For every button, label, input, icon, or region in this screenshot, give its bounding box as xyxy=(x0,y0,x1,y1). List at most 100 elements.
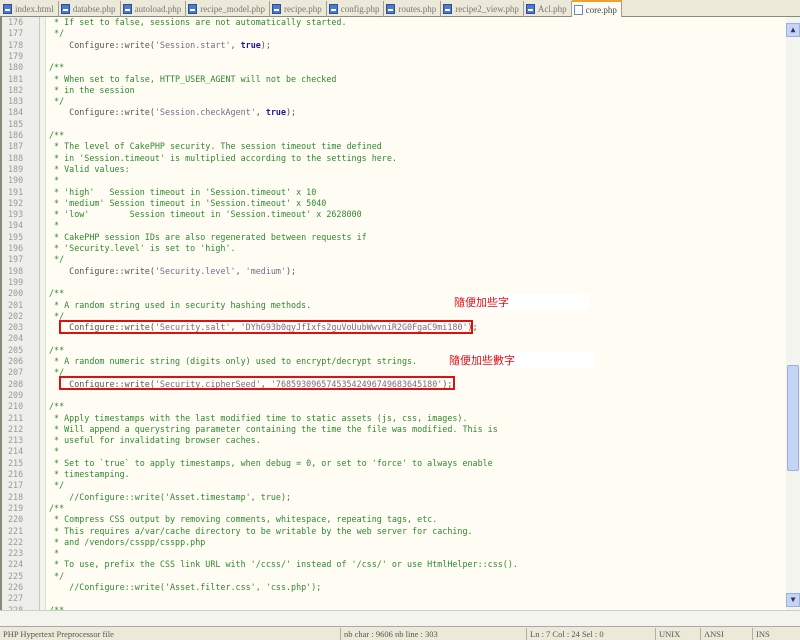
code-line[interactable]: 188 * in 'Session.timeout' is multiplied… xyxy=(2,153,786,164)
code-text: * Set to `true` to apply timestamps, whe… xyxy=(49,457,493,468)
tab-routes-php[interactable]: routes.php xyxy=(384,1,442,17)
code-line[interactable]: 195 * CakePHP session IDs are also regen… xyxy=(2,232,786,243)
code-line[interactable]: 215 * Set to `true` to apply timestamps,… xyxy=(2,458,786,469)
code-line[interactable]: 190 * xyxy=(2,175,786,186)
code-line[interactable]: 211 * Apply timestamps with the last mod… xyxy=(2,413,786,424)
code-line[interactable]: 198 Configure::write('Security.level', '… xyxy=(2,266,786,277)
scroll-down-button[interactable]: ▼ xyxy=(786,593,800,607)
code-line[interactable]: 181 * When set to false, HTTP_USER_AGENT… xyxy=(2,74,786,85)
line-number: 220 xyxy=(8,514,24,525)
tab-label: recipe.php xyxy=(283,4,322,14)
code-line[interactable]: 218 //Configure::write('Asset.timestamp'… xyxy=(2,492,786,503)
line-number: 201 xyxy=(8,299,24,310)
tab-databse-php[interactable]: databse.php xyxy=(59,1,121,17)
cipherseed-highlight-box xyxy=(59,376,455,390)
line-number: 214 xyxy=(8,446,24,457)
code-line[interactable]: 227 xyxy=(2,593,786,604)
vertical-scrollbar[interactable]: ▲ ▼ xyxy=(786,17,800,610)
line-number: 196 xyxy=(8,243,24,253)
line-number: 203 xyxy=(8,322,24,333)
code-line[interactable]: 186 /** xyxy=(2,130,786,141)
scroll-up-button[interactable]: ▲ xyxy=(786,23,800,37)
code-line[interactable]: 189 * Valid values: xyxy=(2,164,786,175)
tab-recipe-model-php[interactable]: recipe_model.php xyxy=(186,1,270,17)
file-icon xyxy=(573,4,583,15)
code-line[interactable]: 197 */ xyxy=(2,254,786,265)
code-line[interactable]: 225 */ xyxy=(2,571,786,582)
line-number: 199 xyxy=(8,276,24,287)
code-line[interactable]: 193 * 'low' Session timeout in 'Session.… xyxy=(2,209,786,220)
code-text: * This requires a/var/cache directory to… xyxy=(49,525,473,536)
code-line[interactable]: 209 xyxy=(2,390,786,401)
code-text: * 'low' Session timeout in 'Session.time… xyxy=(49,209,362,220)
code-line[interactable]: 212 * Will append a querystring paramete… xyxy=(2,424,786,435)
tab-label: recipe2_view.php xyxy=(455,4,519,14)
code-editor[interactable]: 176 * If set to false, sessions are not … xyxy=(0,17,786,610)
line-number: 189 xyxy=(8,163,24,174)
code-line[interactable]: 194 * xyxy=(2,220,786,231)
status-insert-mode: INS xyxy=(752,628,770,640)
line-number: 183 xyxy=(8,96,24,107)
code-line[interactable]: 219 /** xyxy=(2,503,786,514)
code-text: /** xyxy=(49,502,65,513)
tab-config-php[interactable]: config.php xyxy=(327,1,385,17)
tab-label: index.html xyxy=(15,4,54,14)
code-line[interactable]: 226 //Configure::write('Asset.filter.css… xyxy=(2,582,786,593)
status-encoding: ANSI xyxy=(700,628,724,640)
code-line[interactable]: 183 */ xyxy=(2,96,786,107)
scrollbar-thumb[interactable] xyxy=(787,365,799,471)
code-line[interactable]: 217 */ xyxy=(2,480,786,491)
line-number: 193 xyxy=(8,209,24,220)
horizontal-scrollbar[interactable] xyxy=(0,610,800,626)
code-line[interactable]: 221 * This requires a/var/cache director… xyxy=(2,526,786,537)
code-text: * A random string used in security hashi… xyxy=(49,299,312,310)
code-line[interactable]: 176 * If set to false, sessions are not … xyxy=(2,17,786,28)
code-line[interactable]: 214 * xyxy=(2,446,786,457)
tab-acl-php[interactable]: Acl.php xyxy=(524,1,572,17)
code-line[interactable]: 220 * Compress CSS output by removing co… xyxy=(2,514,786,525)
code-line[interactable]: 210 /** xyxy=(2,401,786,412)
code-line[interactable]: 184 Configure::write('Session.checkAgent… xyxy=(2,107,786,118)
code-line[interactable]: 224 * To use, prefix the CSS link URL wi… xyxy=(2,559,786,570)
code-line[interactable]: 179 xyxy=(2,51,786,62)
code-text: * Apply timestamps with the last modifie… xyxy=(49,412,468,423)
code-line[interactable]: 204 xyxy=(2,333,786,344)
tab-index-html[interactable]: index.html xyxy=(1,1,59,17)
file-icon xyxy=(60,4,70,14)
tab-core-php[interactable]: core.php xyxy=(571,0,622,17)
code-text: /** xyxy=(49,130,65,140)
file-icon xyxy=(3,4,12,14)
code-line[interactable]: 213 * useful for invalidating browser ca… xyxy=(2,435,786,446)
line-number: 205 xyxy=(8,344,24,355)
line-number: 209 xyxy=(8,389,24,400)
code-line[interactable]: 206 * A random numeric string (digits on… xyxy=(2,356,786,367)
code-line[interactable]: 200 /** xyxy=(2,288,786,299)
code-line[interactable]: 177 */ xyxy=(2,28,786,39)
code-line[interactable]: 205 /** xyxy=(2,345,786,356)
code-line[interactable]: 223 * xyxy=(2,548,786,559)
code-text: * in the session xyxy=(49,84,135,95)
code-text: //Configure::write('Asset.timestamp', tr… xyxy=(49,491,292,502)
code-line[interactable]: 201 * A random string used in security h… xyxy=(2,300,786,311)
code-line[interactable]: 185 xyxy=(2,119,786,130)
code-line[interactable]: 196 * 'Security.level' is set to 'high'. xyxy=(2,243,786,254)
salt-highlight-box xyxy=(59,320,473,334)
code-line[interactable]: 178 Configure::write('Session.start', tr… xyxy=(2,40,786,51)
code-line[interactable]: 222 * and /vendors/csspp/csspp.php xyxy=(2,537,786,548)
code-text: Configure::write('Security.level', 'medi… xyxy=(49,265,297,276)
code-line[interactable]: 199 xyxy=(2,277,786,288)
line-number: 184 xyxy=(8,107,24,118)
tab-autoload-php[interactable]: autoload.php xyxy=(121,1,187,17)
code-line[interactable]: 182 * in the session xyxy=(2,85,786,96)
code-line[interactable]: 180 /** xyxy=(2,62,786,73)
tab-recipe-php[interactable]: recipe.php xyxy=(270,1,327,17)
tab-recipe2-view-php[interactable]: recipe2_view.php xyxy=(441,1,524,17)
code-line[interactable]: 216 * timestamping. xyxy=(2,469,786,480)
code-text: /** xyxy=(49,344,65,355)
code-line[interactable]: 191 * 'high' Session timeout in 'Session… xyxy=(2,187,786,198)
code-line[interactable]: 187 * The level of CakePHP security. The… xyxy=(2,141,786,152)
code-text: * 'high' Session timeout in 'Session.tim… xyxy=(49,186,317,197)
code-text: * xyxy=(49,446,60,457)
code-text: * 'medium' Session timeout in 'Session.t… xyxy=(49,197,327,208)
code-line[interactable]: 192 * 'medium' Session timeout in 'Sessi… xyxy=(2,198,786,209)
